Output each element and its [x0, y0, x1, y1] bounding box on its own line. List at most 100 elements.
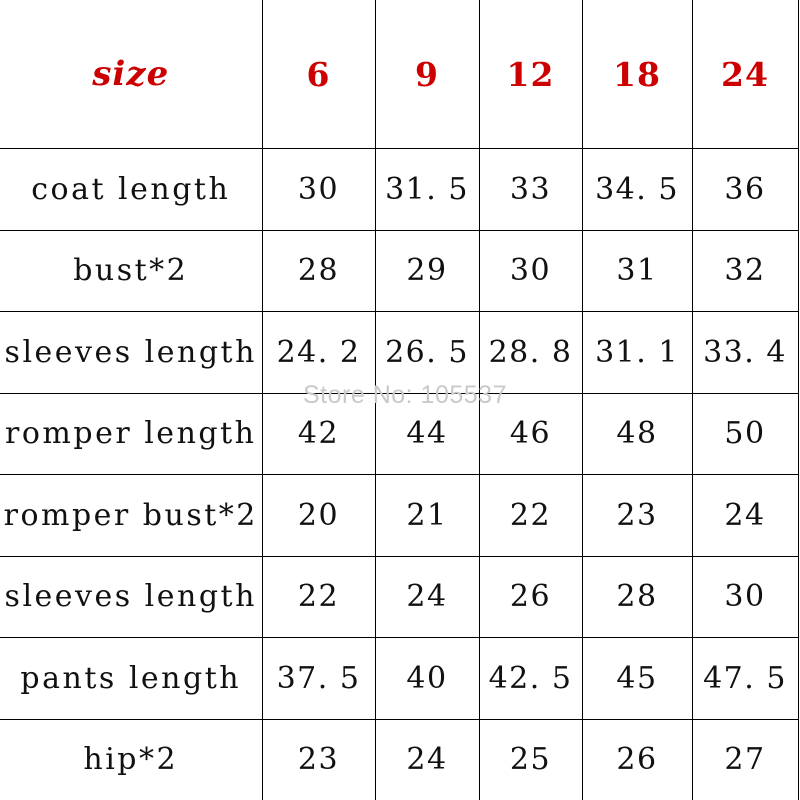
- row-label: romper bust*2: [3, 497, 258, 533]
- row-label-cell: romper length: [0, 392, 263, 475]
- data-cell: 22: [478, 474, 583, 557]
- cell-value: 30: [297, 171, 340, 207]
- cell-value: 23: [616, 497, 658, 533]
- row-label: sleeves length: [4, 334, 257, 370]
- data-cell: 21: [374, 474, 480, 557]
- cell-value: 26. 5: [385, 334, 469, 370]
- data-cell: 42: [261, 392, 376, 475]
- header-cell-size-3: 12: [478, 0, 583, 149]
- cell-value: 20: [297, 497, 340, 533]
- cell-value: 50: [724, 416, 766, 452]
- data-cell: 31. 1: [581, 311, 693, 394]
- size-value-3: 12: [506, 54, 555, 94]
- size-value-5: 24: [721, 54, 769, 94]
- header-cell-size-label: size: [0, 0, 263, 149]
- data-cell: 31: [581, 229, 693, 312]
- data-cell: 24: [691, 474, 799, 557]
- size-value-4: 18: [613, 54, 661, 94]
- cell-value: 46: [509, 416, 552, 452]
- cell-value: 26: [616, 742, 658, 778]
- header-cell-size-1: 6: [261, 0, 376, 149]
- data-cell: 47. 5: [691, 637, 799, 720]
- cell-value: 21: [406, 497, 448, 533]
- data-cell: 24: [374, 718, 480, 800]
- table-row: hip*2 23 24 25 26 27: [0, 718, 799, 800]
- data-cell: 46: [478, 392, 583, 475]
- data-cell: 23: [261, 718, 376, 800]
- table-row: sleeves length 22 24 26 28 30: [0, 555, 799, 638]
- table-row: romper length 42 44 46 48 50: [0, 392, 799, 475]
- cell-value: 45: [616, 660, 658, 696]
- cell-value: 32: [724, 253, 766, 289]
- row-label-cell: sleeves length: [0, 311, 263, 394]
- row-label-cell: bust*2: [0, 229, 263, 312]
- data-cell: 30: [261, 148, 376, 231]
- data-cell: 26. 5: [374, 311, 480, 394]
- table-header-row: size 6 9 12 18 24: [0, 0, 799, 149]
- cell-value: 29: [406, 253, 448, 289]
- cell-value: 24: [406, 742, 448, 778]
- size-chart-body: size 6 9 12 18 24 coat length 30 31. 5 3…: [0, 0, 799, 800]
- data-cell: 44: [374, 392, 480, 475]
- table-row: pants length 37. 5 40 42. 5 45 47. 5: [0, 637, 799, 720]
- cell-value: 37. 5: [276, 660, 361, 696]
- data-cell: 24: [374, 555, 480, 638]
- cell-value: 24. 2: [276, 334, 361, 370]
- cell-value: 24: [406, 579, 448, 615]
- row-label: hip*2: [83, 742, 179, 778]
- data-cell: 25: [478, 718, 583, 800]
- cell-value: 31: [616, 253, 658, 289]
- data-cell: 37. 5: [261, 637, 376, 720]
- table-row: bust*2 28 29 30 31 32: [0, 229, 799, 312]
- size-value-2: 9: [415, 54, 439, 94]
- cell-value: 30: [509, 253, 552, 289]
- cell-value: 47. 5: [703, 660, 787, 696]
- cell-value: 28: [616, 579, 658, 615]
- row-label-cell: romper bust*2: [0, 474, 263, 557]
- row-label: pants length: [20, 660, 242, 696]
- cell-value: 31. 5: [385, 171, 469, 207]
- cell-value: 36: [724, 171, 766, 207]
- cell-value: 25: [509, 742, 552, 778]
- data-cell: 30: [691, 555, 799, 638]
- row-label-cell: coat length: [0, 148, 263, 231]
- data-cell: 36: [691, 148, 799, 231]
- cell-value: 42. 5: [488, 660, 573, 696]
- data-cell: 22: [261, 555, 376, 638]
- cell-value: 34. 5: [595, 171, 679, 207]
- table-row: coat length 30 31. 5 33 34. 5 36: [0, 148, 799, 231]
- data-cell: 27: [691, 718, 799, 800]
- data-cell: 33. 4: [691, 311, 799, 394]
- cell-value: 24: [724, 497, 766, 533]
- cell-value: 26: [509, 579, 552, 615]
- cell-value: 31. 1: [595, 334, 679, 370]
- data-cell: 28: [261, 229, 376, 312]
- data-cell: 50: [691, 392, 799, 475]
- row-label: sleeves length: [4, 579, 257, 615]
- header-cell-size-4: 18: [581, 0, 693, 149]
- row-label-cell: sleeves length: [0, 555, 263, 638]
- cell-value: 42: [297, 416, 340, 452]
- cell-value: 44: [406, 416, 448, 452]
- cell-value: 33: [509, 171, 552, 207]
- cell-value: 48: [616, 416, 658, 452]
- cell-value: 27: [724, 742, 766, 778]
- data-cell: 33: [478, 148, 583, 231]
- row-label: bust*2: [73, 253, 189, 289]
- cell-value: 28. 8: [488, 334, 573, 370]
- data-cell: 28. 8: [478, 311, 583, 394]
- data-cell: 29: [374, 229, 480, 312]
- size-label: size: [92, 54, 170, 94]
- data-cell: 42. 5: [478, 637, 583, 720]
- row-label-cell: pants length: [0, 637, 263, 720]
- table-row: romper bust*2 20 21 22 23 24: [0, 474, 799, 557]
- data-cell: 20: [261, 474, 376, 557]
- row-label: coat length: [31, 171, 231, 207]
- cell-value: 22: [509, 497, 552, 533]
- header-cell-size-5: 24: [691, 0, 799, 149]
- data-cell: 23: [581, 474, 693, 557]
- data-cell: 34. 5: [581, 148, 693, 231]
- data-cell: 45: [581, 637, 693, 720]
- table-row: sleeves length 24. 2 26. 5 28. 8 31. 1 3…: [0, 311, 799, 394]
- cell-value: 23: [297, 742, 340, 778]
